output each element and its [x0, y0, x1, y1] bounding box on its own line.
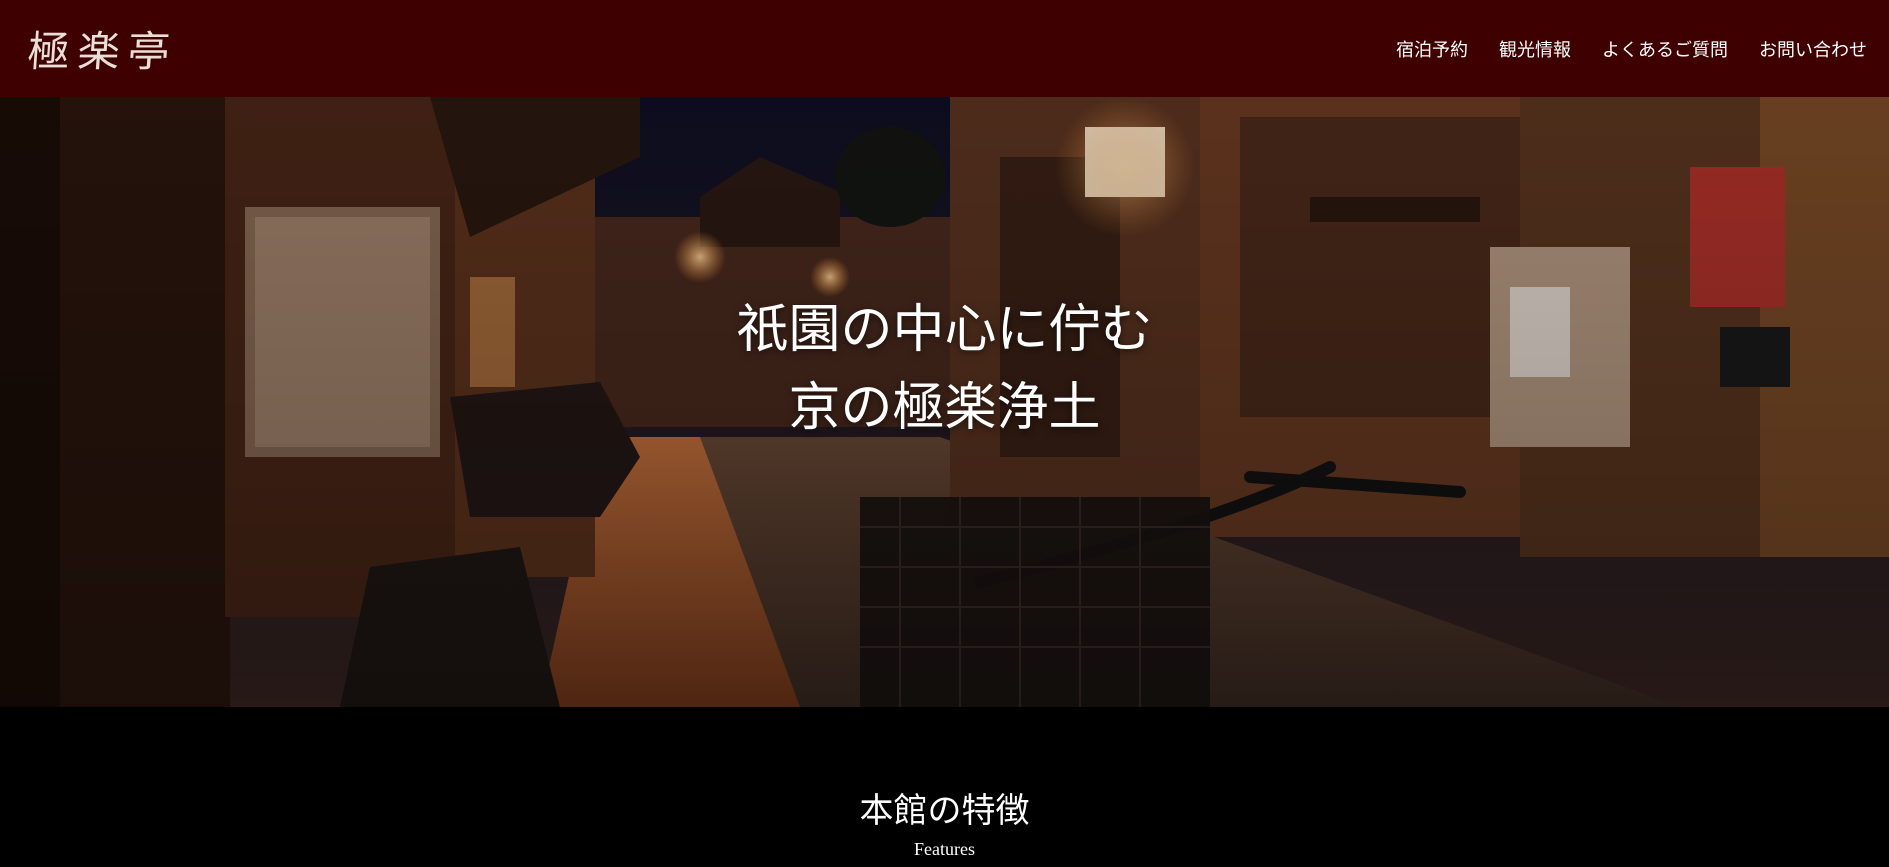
site-header: 極楽亭 宿泊予約 観光情報 よくあるご質問 お問い合わせ — [0, 0, 1889, 97]
hero-title-line-2: 京の極楽浄土 — [788, 378, 1101, 438]
nav-item-sightseeing[interactable]: 観光情報 — [1499, 36, 1571, 62]
nav-item-reservation[interactable]: 宿泊予約 — [1396, 36, 1468, 62]
hero-title-line-1: 祇園の中心に佇む — [736, 300, 1153, 360]
features-heading: 本館の特徴 — [859, 791, 1030, 831]
main-nav: 宿泊予約 観光情報 よくあるご質問 お問い合わせ — [1365, 36, 1867, 62]
nav-item-contact[interactable]: お問い合わせ — [1759, 36, 1867, 62]
site-logo[interactable]: 極楽亭 — [26, 18, 180, 79]
features-section: 本館の特徴 Features — [0, 707, 1889, 860]
hero-title: 祇園の中心に佇む 京の極楽浄土 — [0, 291, 1889, 447]
nav-item-faq[interactable]: よくあるご質問 — [1602, 36, 1728, 62]
features-subheading: Features — [914, 839, 975, 859]
hero-section: 祇園の中心に佇む 京の極楽浄土 — [0, 97, 1889, 707]
